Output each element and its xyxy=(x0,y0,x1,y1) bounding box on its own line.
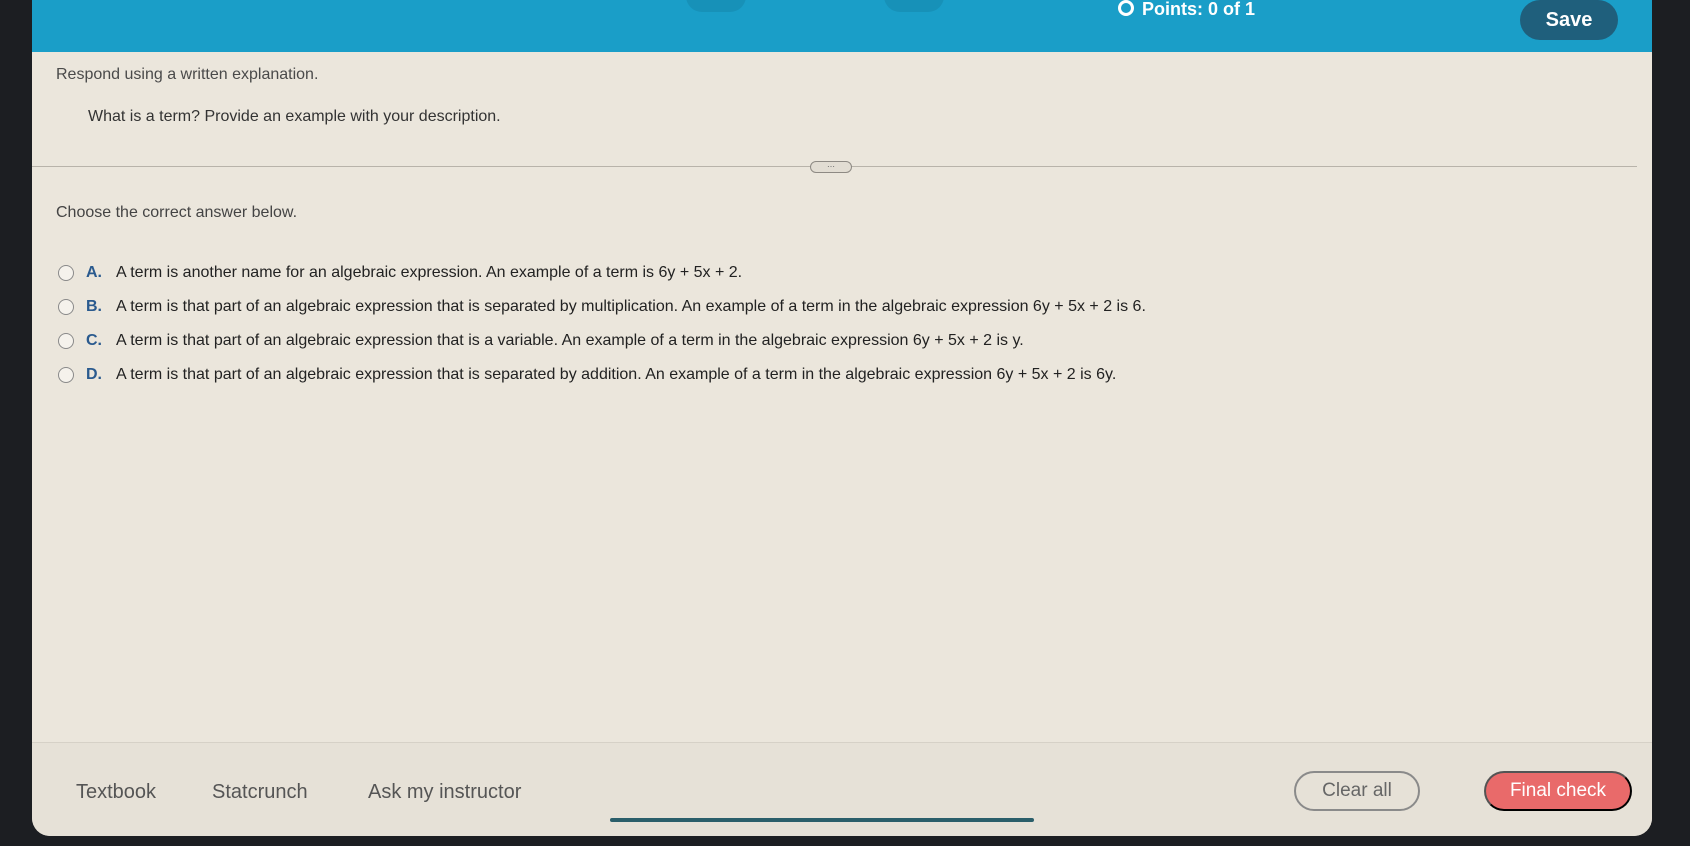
header-tab-right[interactable] xyxy=(884,0,944,12)
final-check-button[interactable]: Final check xyxy=(1484,771,1632,811)
progress-circle-icon xyxy=(1118,0,1134,16)
home-indicator[interactable] xyxy=(610,818,1034,822)
option-text: A term is that part of an algebraic expr… xyxy=(116,332,1024,349)
header-bar: Points: 0 of 1 Save xyxy=(32,0,1652,52)
option-letter: B. xyxy=(86,298,102,315)
points-indicator: Points: 0 of 1 xyxy=(1118,0,1256,19)
points-label: Points: 0 of 1 xyxy=(1142,0,1256,19)
answer-prompt: Choose the correct answer below. xyxy=(56,204,298,221)
save-button[interactable]: Save xyxy=(1520,0,1618,40)
option-text: A term is that part of an algebraic expr… xyxy=(116,298,1146,315)
option-letter: C. xyxy=(86,332,102,349)
answer-option-d[interactable]: D. A term is that part of an algebraic e… xyxy=(58,358,1146,392)
divider-drag-handle[interactable]: ⋯ xyxy=(810,161,852,173)
radio-button-icon[interactable] xyxy=(58,265,74,281)
answer-option-c[interactable]: C. A term is that part of an algebraic e… xyxy=(58,324,1146,358)
radio-button-icon[interactable] xyxy=(58,299,74,315)
option-letter: A. xyxy=(86,264,102,281)
answer-option-a[interactable]: A. A term is another name for an algebra… xyxy=(58,256,1146,290)
option-text: A term is another name for an algebraic … xyxy=(116,264,743,281)
question-text: What is a term? Provide an example with … xyxy=(88,108,501,125)
textbook-link[interactable]: Textbook xyxy=(76,781,156,804)
header-tab-left[interactable] xyxy=(686,0,746,12)
instruction-text: Respond using a written explanation. xyxy=(56,66,319,83)
option-letter: D. xyxy=(86,366,102,383)
clear-all-button[interactable]: Clear all xyxy=(1294,771,1420,811)
option-text: A term is that part of an algebraic expr… xyxy=(116,366,1117,383)
answer-options: A. A term is another name for an algebra… xyxy=(58,256,1146,392)
answer-option-b[interactable]: B. A term is that part of an algebraic e… xyxy=(58,290,1146,324)
statcrunch-link[interactable]: Statcrunch xyxy=(212,781,308,804)
radio-button-icon[interactable] xyxy=(58,367,74,383)
ask-instructor-link[interactable]: Ask my instructor xyxy=(368,781,521,804)
radio-button-icon[interactable] xyxy=(58,333,74,349)
app-screen: Points: 0 of 1 Save Respond using a writ… xyxy=(32,0,1652,836)
